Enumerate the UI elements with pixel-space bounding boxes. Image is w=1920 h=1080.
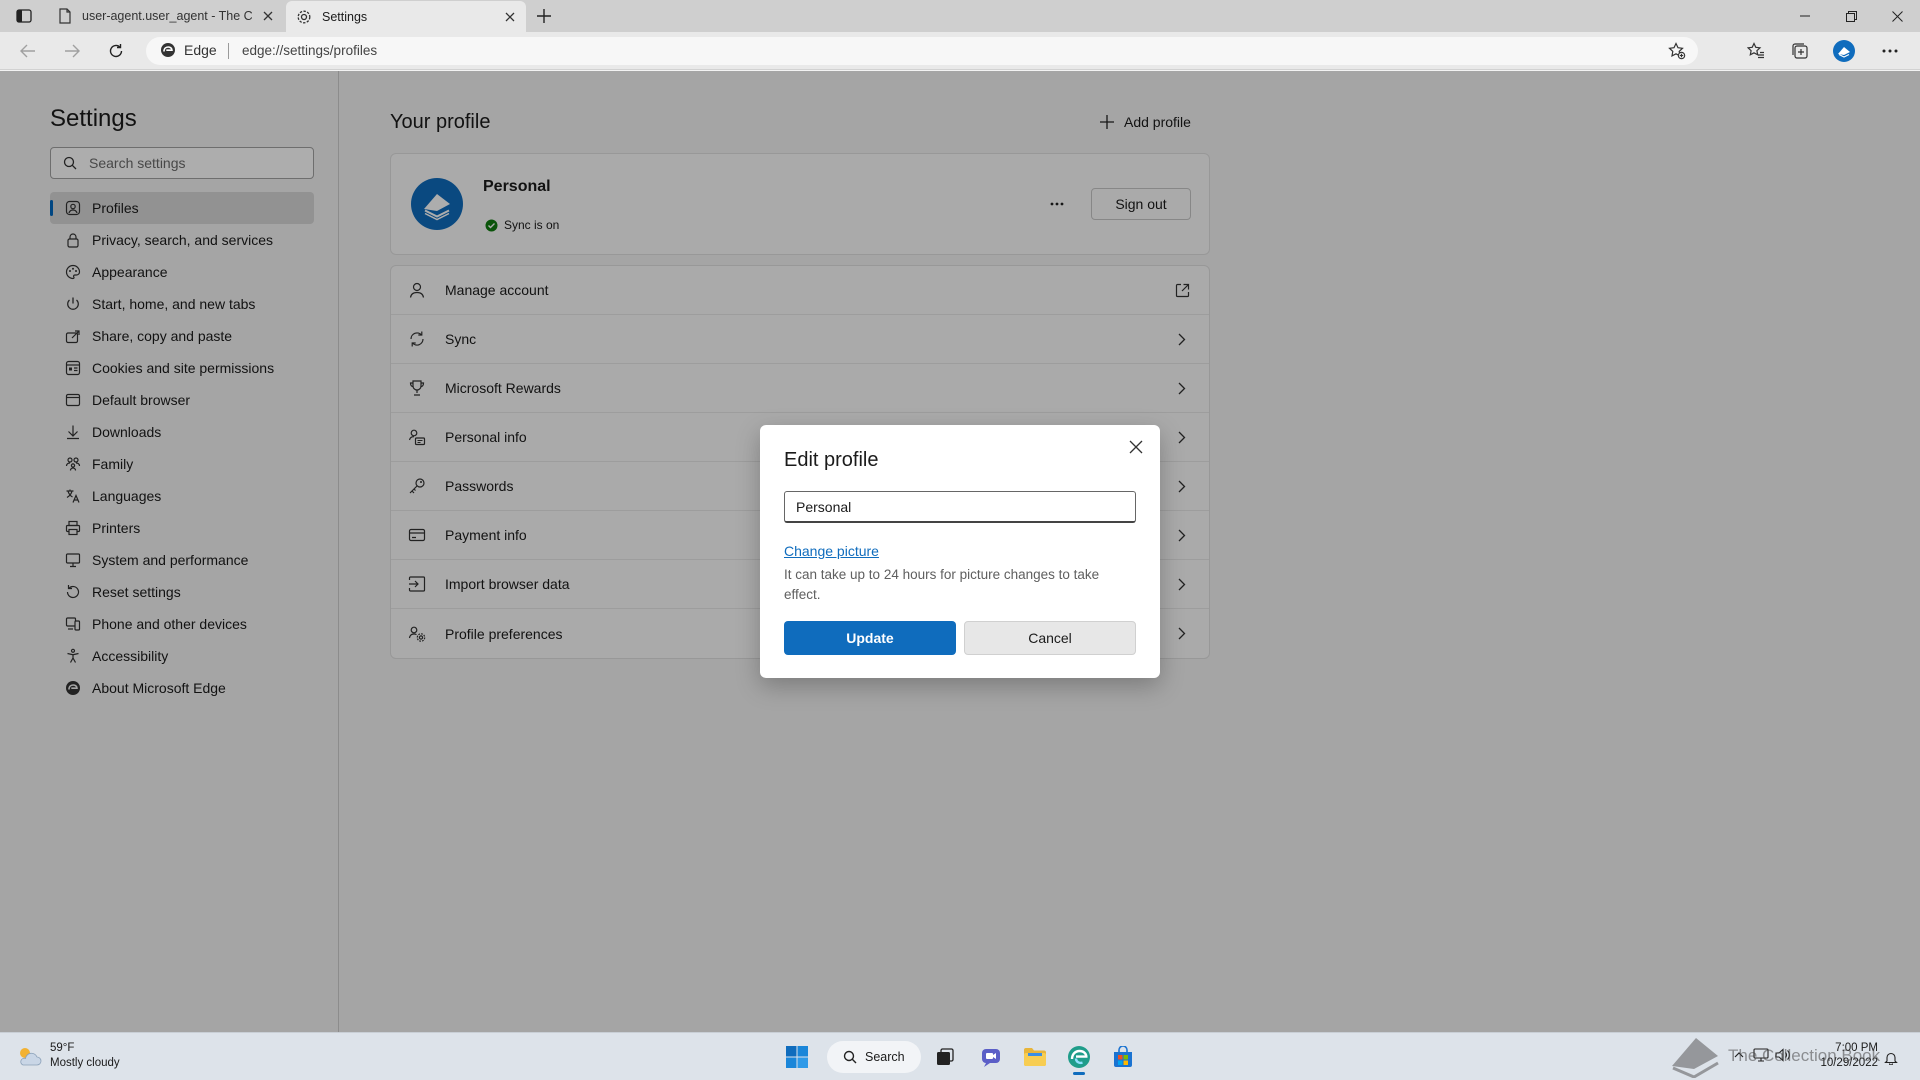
task-view-icon[interactable]	[927, 1041, 963, 1073]
taskbar: 59°F Mostly cloudy Search 7:00 PM 10/29/…	[0, 1032, 1920, 1080]
book-watermark-icon	[1668, 1034, 1720, 1078]
favorites-icon[interactable]	[1742, 39, 1770, 63]
picture-change-note: It can take up to 24 hours for picture c…	[784, 567, 1100, 602]
site-info[interactable]: Edge	[160, 42, 217, 58]
minimize-icon[interactable]	[1782, 0, 1828, 32]
watermark: The Collection Book	[1668, 1032, 1880, 1080]
collections-icon[interactable]	[1786, 39, 1814, 63]
profile-name-field[interactable]	[784, 491, 1136, 523]
close-window-icon[interactable]	[1874, 0, 1920, 32]
address-bar[interactable]: Edge edge://settings/profiles	[146, 37, 1698, 65]
taskbar-search-label: Search	[865, 1050, 905, 1064]
edge-icon	[160, 42, 176, 58]
store-icon[interactable]	[1105, 1041, 1141, 1073]
tab-title: user-agent.user_agent - The Coll	[82, 9, 252, 23]
tab-actions-icon[interactable]	[12, 6, 36, 26]
tab-user-agent[interactable]: user-agent.user_agent - The Coll	[48, 0, 284, 32]
chat-icon[interactable]	[973, 1041, 1009, 1073]
address-divider	[228, 43, 229, 59]
close-tab-icon[interactable]	[502, 9, 518, 25]
start-icon[interactable]	[779, 1041, 815, 1073]
title-bar: user-agent.user_agent - The Coll Setting…	[0, 0, 1920, 32]
change-picture-link[interactable]: Change picture	[784, 543, 879, 559]
close-tab-icon[interactable]	[260, 8, 276, 24]
update-button[interactable]: Update	[784, 621, 956, 655]
weather-temp: 59°F	[50, 1042, 75, 1054]
edge-taskbar-icon[interactable]	[1061, 1041, 1097, 1075]
browser-toolbar: Edge edge://settings/profiles	[0, 32, 1920, 70]
taskbar-search[interactable]: Search	[827, 1041, 921, 1073]
search-icon	[843, 1050, 857, 1064]
cloudy-weather-icon	[16, 1045, 42, 1067]
weather-description: Mostly cloudy	[50, 1057, 120, 1069]
profile-avatar-icon[interactable]	[1830, 39, 1858, 63]
url-text[interactable]: edge://settings/profiles	[242, 43, 377, 58]
cancel-button[interactable]: Cancel	[964, 621, 1136, 655]
edit-profile-dialog: Edit profile Change picture It can take …	[760, 425, 1160, 678]
file-explorer-icon[interactable]	[1017, 1041, 1053, 1073]
add-favorite-icon[interactable]	[1666, 41, 1688, 61]
weather-widget[interactable]: 59°F Mostly cloudy	[16, 1041, 120, 1071]
page-icon	[58, 8, 72, 24]
site-label: Edge	[184, 42, 217, 58]
watermark-text: The Collection Book	[1728, 1046, 1881, 1065]
tab-title: Settings	[322, 9, 368, 24]
restore-icon[interactable]	[1828, 0, 1874, 32]
close-icon[interactable]	[1122, 433, 1150, 461]
dialog-title: Edit profile	[784, 449, 879, 471]
more-options-icon[interactable]	[1876, 39, 1904, 63]
tab-settings[interactable]: Settings	[286, 1, 526, 32]
notifications-icon[interactable]	[1884, 1051, 1898, 1065]
back-icon[interactable]	[14, 39, 42, 63]
refresh-icon[interactable]	[102, 39, 130, 63]
new-tab-icon[interactable]	[532, 5, 556, 27]
forward-icon[interactable]	[58, 39, 86, 63]
gear-icon	[296, 9, 312, 25]
